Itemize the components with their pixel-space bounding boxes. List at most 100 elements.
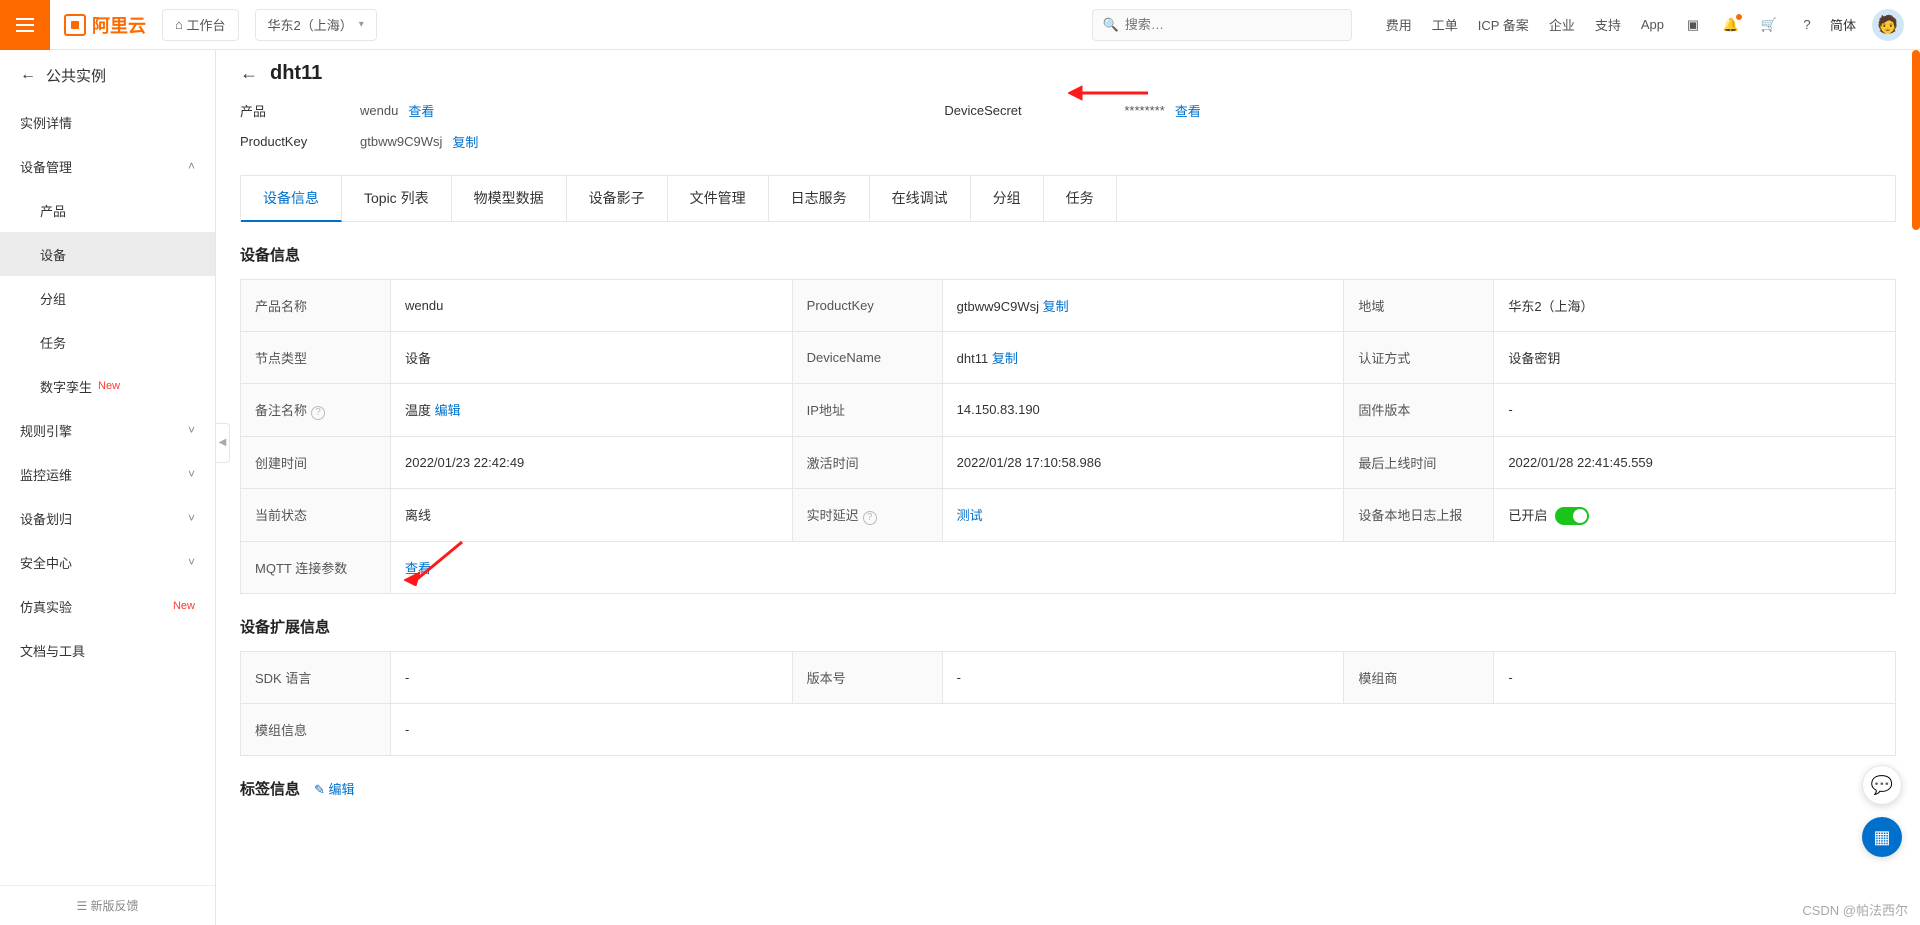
copy-link[interactable]: 复制 — [1043, 299, 1069, 314]
help-icon[interactable]: ? — [863, 511, 877, 525]
sidebar-sub-label: 设备 — [40, 245, 66, 264]
section-title-tags: 标签信息 — [240, 778, 300, 799]
workspace-label: 工作台 — [186, 15, 225, 34]
log-toggle[interactable] — [1555, 507, 1589, 525]
cell-key: 设备本地日志上报 — [1344, 488, 1494, 542]
help-icon[interactable]: ? — [311, 406, 325, 420]
tab-files[interactable]: 文件管理 — [668, 176, 769, 221]
help-icon[interactable]: ? — [1794, 12, 1820, 38]
cell-key: 模组信息 — [241, 704, 391, 756]
sidebar-item-detail[interactable]: 实例详情 — [0, 100, 215, 144]
search-box[interactable]: 🔍 — [1092, 9, 1352, 41]
sidebar-sub-product[interactable]: 产品 — [0, 188, 215, 232]
nav-app[interactable]: App — [1641, 17, 1664, 32]
chevron-down-icon: ˅ — [188, 555, 195, 569]
cell-key: IP地址 — [792, 384, 942, 437]
overview-ds-label: DeviceSecret — [944, 103, 1054, 118]
cell-val: 2022/01/28 17:10:58.986 — [942, 436, 1344, 488]
overview-ds-view-link[interactable]: 查看 — [1175, 101, 1201, 120]
chevron-down-icon: ˅ — [188, 423, 195, 437]
tags-edit-link[interactable]: ✎ 编辑 — [314, 779, 355, 798]
cell-key: 激活时间 — [792, 436, 942, 488]
lang-switch[interactable]: 简体 — [1830, 15, 1856, 34]
overview-product-view-link[interactable]: 查看 — [408, 101, 434, 120]
chevron-down-icon: ˅ — [188, 467, 195, 481]
hamburger-menu[interactable] — [0, 0, 50, 50]
cell-val: 设备密钥 — [1494, 332, 1896, 384]
sidebar-item-label: 文档与工具 — [20, 641, 85, 660]
nav-support[interactable]: 支持 — [1595, 15, 1621, 34]
cell-text: gtbww9C9Wsj — [957, 299, 1039, 314]
sidebar-sub-task[interactable]: 任务 — [0, 320, 215, 364]
sidebar-sub-twin[interactable]: 数字孪生New — [0, 364, 215, 408]
nav-enterprise[interactable]: 企业 — [1549, 15, 1575, 34]
sidebar-sub-group[interactable]: 分组 — [0, 276, 215, 320]
tab-topic-list[interactable]: Topic 列表 — [342, 176, 452, 221]
watermark: CSDN @帕法西尔 — [1802, 900, 1908, 919]
cell-val: dht11 复制 — [942, 332, 1344, 384]
logo[interactable]: 阿里云 — [64, 12, 146, 38]
feedback-icon: ☰ — [76, 899, 87, 913]
copy-link[interactable]: 复制 — [992, 351, 1018, 366]
sidebar-item-sim[interactable]: 仿真实验New — [0, 584, 215, 628]
arrow-left-icon: ← — [20, 66, 36, 84]
cell-text: 实时延迟 — [807, 508, 859, 523]
sidebar-item-ops[interactable]: 监控运维˅ — [0, 452, 215, 496]
sidebar-item-rule[interactable]: 规则引擎 ˅ — [0, 408, 215, 452]
tab-model-data[interactable]: 物模型数据 — [452, 176, 567, 221]
nav-icp[interactable]: ICP 备案 — [1478, 15, 1529, 34]
cell-val: - — [1494, 652, 1896, 704]
cell-val: 查看 — [391, 542, 1896, 594]
sidebar-item-label: 规则引擎 — [20, 421, 72, 440]
overview-product-value: wendu — [360, 103, 398, 118]
tab-online-debug[interactable]: 在线调试 — [870, 176, 971, 221]
sidebar-item-security[interactable]: 安全中心˅ — [0, 540, 215, 584]
chevron-down-icon: ˅ — [188, 511, 195, 525]
sidebar-back[interactable]: ← 公共实例 — [0, 50, 215, 100]
search-input[interactable] — [1125, 17, 1341, 32]
sidebar-item-docs[interactable]: 文档与工具 — [0, 628, 215, 672]
region-selector[interactable]: 华东2（上海） ▾ — [255, 9, 377, 41]
cell-key: 节点类型 — [241, 332, 391, 384]
test-link[interactable]: 测试 — [957, 508, 983, 523]
new-badge: New — [98, 380, 120, 392]
chevron-up-icon: ˄ — [188, 159, 195, 173]
cell-key: 版本号 — [792, 652, 942, 704]
avatar[interactable]: 🧑 — [1872, 9, 1904, 41]
tab-group[interactable]: 分组 — [971, 176, 1044, 221]
sidebar-feedback[interactable]: ☰ 新版反馈 — [0, 885, 215, 925]
table-row: 备注名称? 温度 编辑 IP地址 14.150.83.190 固件版本 - — [241, 384, 1896, 437]
float-chat-button[interactable]: 💬 — [1862, 765, 1902, 805]
cart-icon[interactable]: 🛒 — [1756, 12, 1782, 38]
back-arrow-icon[interactable]: ← — [240, 63, 258, 84]
nav-ticket[interactable]: 工单 — [1432, 15, 1458, 34]
sidebar-item-device-mgmt[interactable]: 设备管理 ˄ — [0, 144, 215, 188]
sidebar-sub-device[interactable]: 设备 — [0, 232, 215, 276]
scroll-indicator[interactable] — [1912, 50, 1920, 230]
cell-key: 最后上线时间 — [1344, 436, 1494, 488]
cell-val: 华东2（上海） — [1494, 280, 1896, 332]
edit-link[interactable]: 编辑 — [435, 403, 461, 418]
tab-device-info[interactable]: 设备信息 — [241, 176, 342, 222]
sidebar-item-alloc[interactable]: 设备划归˅ — [0, 496, 215, 540]
cell-val: 离线 — [391, 488, 793, 542]
page-title: dht11 — [270, 62, 322, 85]
nav-billing[interactable]: 费用 — [1386, 15, 1412, 34]
mqtt-view-link[interactable]: 查看 — [405, 561, 431, 576]
bell-icon[interactable]: 🔔 — [1718, 12, 1744, 38]
cell-key: MQTT 连接参数 — [241, 542, 391, 594]
section-title-device-info: 设备信息 — [240, 244, 1896, 265]
workspace-chip[interactable]: ⌂ 工作台 — [162, 9, 239, 41]
float-apps-button[interactable]: ▦ — [1862, 817, 1902, 857]
cell-val: wendu — [391, 280, 793, 332]
overview-pk-copy-link[interactable]: 复制 — [452, 132, 478, 151]
terminal-icon[interactable]: ▣ — [1680, 12, 1706, 38]
overview-product-label: 产品 — [240, 101, 350, 120]
cell-val: 测试 — [942, 488, 1344, 542]
sidebar-sub-label: 产品 — [40, 201, 66, 220]
cell-key: 模组商 — [1344, 652, 1494, 704]
tab-logs[interactable]: 日志服务 — [769, 176, 870, 221]
tab-shadow[interactable]: 设备影子 — [567, 176, 668, 221]
cell-val: - — [1494, 384, 1896, 437]
tab-task[interactable]: 任务 — [1044, 176, 1117, 221]
